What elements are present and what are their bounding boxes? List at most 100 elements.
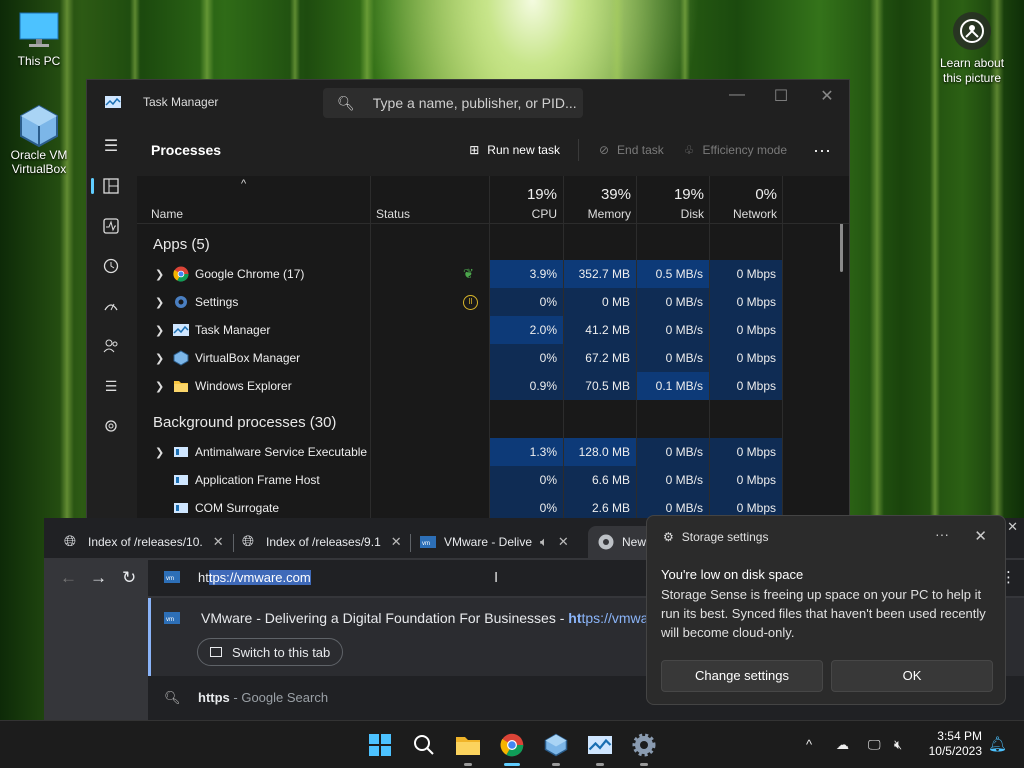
nav-performance[interactable] [93, 208, 129, 244]
cpu-value: 0% [490, 288, 563, 316]
globe-icon: 🌐︎ [64, 533, 77, 550]
nav-startup-apps[interactable] [93, 288, 129, 324]
reload-button[interactable]: ↻ [122, 568, 136, 588]
change-settings-button[interactable]: Change settings [661, 660, 823, 692]
suggestion-url-match: ht [568, 610, 582, 626]
clock[interactable]: 3:54 PM 10/5/2023 [929, 729, 982, 759]
speaker-icon[interactable]: 🔈︎ [540, 534, 548, 550]
table-row[interactable]: ❯ Windows Explorer 0.9% 70.5 MB 0.1 MB/s… [137, 372, 782, 400]
ok-button[interactable]: OK [831, 660, 993, 692]
close-button[interactable]: ✕ [805, 86, 849, 106]
process-window-icon [174, 503, 188, 513]
tab-releases-9[interactable]: 🌐︎ Index of /releases/9.1 ✕ [242, 526, 402, 558]
taskbar-settings[interactable] [630, 731, 658, 766]
group-header-apps[interactable]: Apps (5) [153, 236, 210, 253]
minimize-button[interactable]: — [715, 86, 759, 104]
forward-button[interactable]: → [90, 568, 107, 588]
gear-icon [175, 296, 187, 308]
toolbar: Processes ⊞ Run new task ⊘ End task ♧ Effic… [137, 124, 849, 176]
more-icon: ··· [813, 139, 831, 160]
notification-app-name: Storage settings [681, 530, 769, 544]
notification-bell-icon[interactable]: 🔔︎ [988, 735, 1007, 753]
group-header-background[interactable]: Background processes (30) [153, 414, 336, 431]
vmware-icon: vm [164, 571, 180, 583]
table-row[interactable]: ❯ Antimalware Service Executable 1.3% 12… [137, 438, 782, 466]
close-tab-icon[interactable]: ✕ [213, 534, 224, 550]
switch-to-tab-button[interactable]: Switch to this tab [197, 638, 344, 666]
task-manager-icon [105, 96, 121, 108]
search-suffix: - Google Search [229, 690, 329, 705]
end-task-icon: ⊘ [598, 143, 610, 157]
chevron-right-icon: ❯ [155, 380, 165, 393]
tab-title: Index of /releases/10. [88, 535, 203, 549]
column-network[interactable]: Network [709, 207, 777, 221]
table-row[interactable]: Application Frame Host 0% 6.6 MB 0 MB/s … [137, 466, 782, 494]
more-options-button[interactable]: ··· [813, 140, 831, 161]
learn-about-picture[interactable]: Learn about this picture [930, 12, 1014, 86]
chevron-up-icon[interactable]: ^ [806, 737, 812, 752]
more-options-button[interactable]: ··· [935, 526, 949, 542]
performance-icon [103, 218, 119, 234]
taskbar-chrome[interactable] [498, 731, 526, 766]
startup-icon [104, 303, 118, 311]
hamburger-menu-button[interactable]: ☰ [93, 128, 129, 164]
scrollbar[interactable] [840, 224, 843, 272]
disk-value: 0.1 MB/s [637, 372, 709, 400]
disk-value: 0 MB/s [637, 466, 709, 494]
search-box[interactable]: 🔍︎ Type a name, publisher, or PID... [323, 88, 583, 118]
network-value: 0 Mbps [710, 438, 782, 466]
column-disk[interactable]: Disk [636, 207, 704, 221]
onedrive-icon[interactable]: ☁ [836, 737, 849, 753]
column-name[interactable]: Name [151, 207, 183, 221]
desktop-icon-this-pc[interactable]: This PC [2, 10, 76, 68]
table-row[interactable]: ❯ Google Chrome (17) ❦ 3.9% 352.7 MB 0.5… [137, 260, 782, 288]
nav-services[interactable] [93, 408, 129, 444]
close-notification-button[interactable]: ✕ [974, 527, 987, 545]
back-button[interactable]: ← [60, 568, 77, 588]
close-icon[interactable]: ✕ [1007, 519, 1018, 535]
desktop-icon-virtualbox[interactable]: Oracle VM VirtualBox [2, 104, 76, 176]
column-status[interactable]: Status [376, 207, 410, 221]
efficiency-mode-button[interactable]: ♧ Efficiency mode [684, 143, 787, 157]
suggestion-search[interactable]: https - Google Search [198, 690, 328, 705]
search-button[interactable] [410, 731, 438, 759]
close-tab-icon[interactable]: ✕ [558, 534, 569, 550]
tab-releases-10[interactable]: 🌐︎ Index of /releases/10. ✕ [64, 526, 224, 558]
table-row[interactable]: ❯ Task Manager 2.0% 41.2 MB 0 MB/s 0 Mbp… [137, 316, 782, 344]
memory-value: 128.0 MB [564, 438, 636, 466]
network-value: 0 Mbps [710, 260, 782, 288]
close-tab-icon[interactable]: ✕ [391, 534, 402, 550]
end-task-button[interactable]: ⊘ End task [599, 143, 664, 157]
nav-users[interactable] [93, 328, 129, 364]
run-new-task-button[interactable]: ⊞ Run new task [469, 143, 560, 157]
network-icon[interactable]: 🖵︎ [868, 737, 881, 753]
text-cursor-icon: I [494, 569, 499, 586]
column-cpu[interactable]: CPU [489, 207, 557, 221]
svg-text:vm: vm [166, 576, 174, 582]
table-row[interactable]: ❯ Settings II 0% 0 MB 0 MB/s 0 Mbps [137, 288, 782, 316]
taskbar-task-manager[interactable] [586, 731, 614, 766]
start-button[interactable] [366, 731, 394, 759]
title-bar[interactable]: Task Manager 🔍︎ Type a name, publisher, … [87, 80, 849, 124]
maximize-button[interactable]: ☐ [759, 86, 803, 106]
url-typed: ht [198, 570, 209, 585]
url-text[interactable]: https://vmware.com [198, 570, 311, 585]
taskbar-virtualbox[interactable] [542, 731, 570, 766]
tab-vmware[interactable]: vm VMware - Delive 🔈︎ ✕ [420, 526, 569, 558]
processes-panel: Processes ⊞ Run new task ⊘ End task ♧ Effic… [137, 124, 849, 518]
nav-app-history[interactable] [93, 248, 129, 284]
suggestion-text: VMware - Delivering a Digital Foundation… [201, 610, 648, 626]
suggestion-title: VMware - Delivering a Digital Foundation… [201, 610, 556, 626]
nav-processes[interactable] [91, 168, 129, 204]
memory-value: 352.7 MB [564, 260, 636, 288]
column-memory[interactable]: Memory [563, 207, 631, 221]
network-value: 0 Mbps [710, 372, 782, 400]
disk-value: 0 MB/s [637, 438, 709, 466]
task-manager-window: Task Manager 🔍︎ Type a name, publisher, … [86, 79, 850, 519]
storage-notification: ⚙ Storage settings ··· ✕ You're low on d… [646, 515, 1006, 705]
table-row[interactable]: ❯ VirtualBox Manager 0% 67.2 MB 0 MB/s 0… [137, 344, 782, 372]
cpu-value: 1.3% [490, 438, 563, 466]
taskbar-file-explorer[interactable] [454, 731, 482, 766]
volume-muted-icon[interactable]: 🔇︎ [894, 737, 902, 753]
nav-details[interactable]: ☰ [93, 368, 129, 404]
